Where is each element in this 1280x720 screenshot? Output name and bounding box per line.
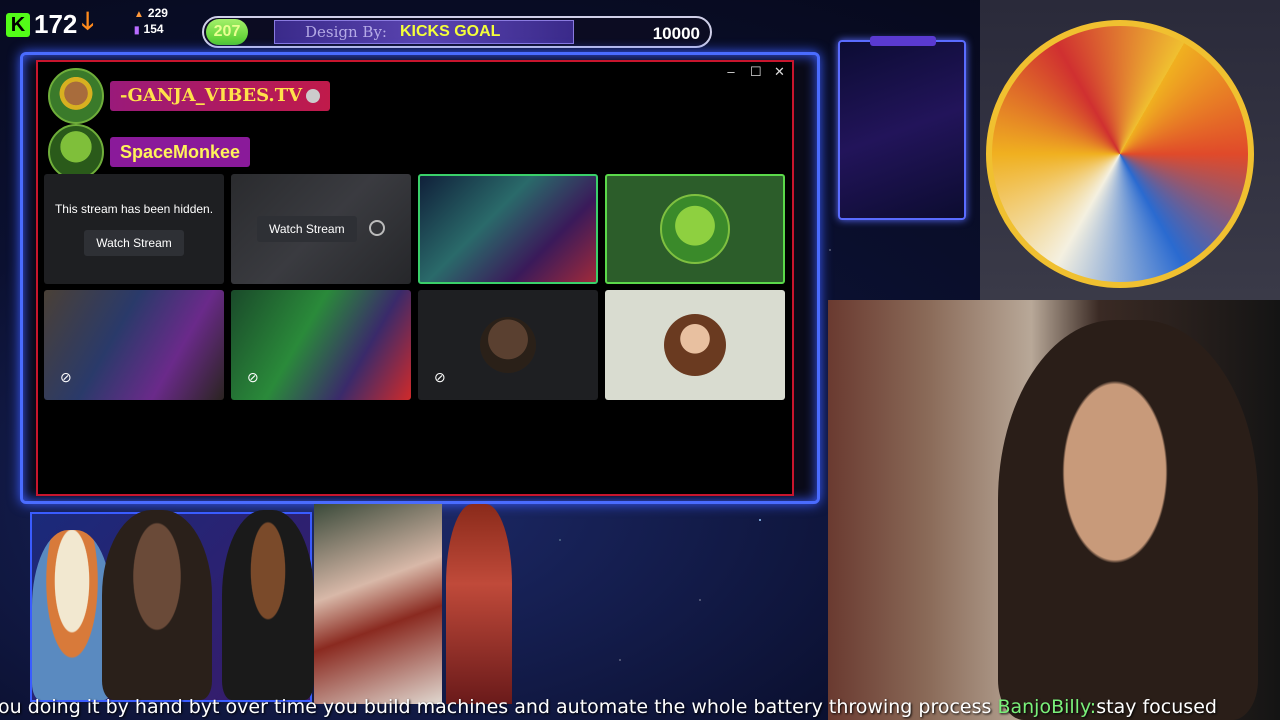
goal-label: KICKS GOAL [400, 23, 501, 40]
ticker-message: ou doing it by hand byt over time you bu… [0, 696, 992, 718]
bar-chart-icon: ▮ [134, 25, 140, 36]
streamer [998, 320, 1258, 720]
follower-count: 172 [34, 9, 78, 39]
status-dot-icon [306, 89, 321, 103]
chat-ticker: ou doing it by hand byt over time you bu… [0, 694, 1280, 720]
close-icon[interactable]: ✕ [774, 64, 785, 80]
user-row[interactable]: SpaceMonkee [48, 124, 251, 180]
avatar [48, 68, 104, 124]
design-credit: Design By: [305, 23, 387, 41]
muted-icon: ⊘ [434, 369, 446, 385]
minimize-icon[interactable]: – [726, 64, 736, 80]
viewer-count: 229 [147, 6, 168, 20]
avatar-tile[interactable]: ⊘ [418, 290, 598, 400]
hidden-message: This stream has been hidden. [54, 202, 214, 216]
samurai-character [446, 504, 512, 704]
stream-window: – ☐ ✕ -GANJA_VIBES.TV SpaceMonkee This s… [36, 60, 794, 496]
king-character [222, 510, 314, 700]
monkey-character [102, 510, 212, 700]
photo [314, 504, 442, 704]
blurred-stream-tile[interactable]: Watch Stream [231, 174, 411, 284]
goal-current: 207 [206, 19, 248, 45]
art-disc-image [986, 20, 1254, 288]
hidden-stream-tile: This stream has been hidden. Watch Strea… [44, 174, 224, 284]
stream-tile[interactable]: ⊘ [231, 290, 411, 400]
username-badge: SpaceMonkee [110, 137, 251, 167]
avatar-tile[interactable] [605, 174, 785, 284]
monkey-avatar [480, 317, 536, 373]
kicks-goal-bar: 207 Design By: KICKS GOAL 10000 [202, 16, 712, 48]
watch-stream-button[interactable]: Watch Stream [257, 216, 357, 242]
avatar [48, 124, 104, 180]
sub-count: 154 [143, 22, 164, 36]
goal-target: 10000 [652, 24, 700, 43]
stream-grid: This stream has been hidden. Watch Strea… [44, 174, 790, 400]
avatar-tile[interactable] [605, 290, 785, 400]
panel-tab [870, 36, 936, 46]
duck-character [32, 530, 112, 700]
pepe-avatar [660, 194, 730, 264]
art-panel [980, 0, 1280, 300]
follower-counter: K 172 🡓 [6, 4, 94, 45]
watch-stream-button[interactable]: Watch Stream [84, 230, 184, 256]
viewer-icon: ▲ [134, 9, 144, 20]
username: SpaceMonkee [120, 142, 241, 162]
stream-tile[interactable] [418, 174, 598, 284]
muted-icon: ⊘ [247, 369, 259, 385]
character-panel [30, 510, 314, 702]
username: -GANJA_VIBES.TV [120, 85, 303, 106]
kick-logo-icon: K [6, 12, 30, 37]
stream-tile[interactable]: ⊘ [44, 290, 224, 400]
down-arrow-icon: 🡓 [81, 8, 94, 35]
dna-panel [838, 36, 966, 220]
mini-stats: ▲ 229 ▮ 154 [134, 6, 168, 38]
user-row[interactable]: -GANJA_VIBES.TV [48, 68, 331, 124]
user-avatar [664, 314, 726, 376]
window-controls: – ☐ ✕ [726, 64, 785, 80]
ticker-username: BanjoBilly: [997, 696, 1097, 718]
webcam-feed [828, 300, 1280, 720]
muted-icon: ⊘ [60, 369, 72, 385]
username-badge: -GANJA_VIBES.TV [110, 81, 331, 111]
maximize-icon[interactable]: ☐ [750, 64, 762, 80]
popout-icon[interactable] [369, 220, 385, 236]
ticker-message: stay focused [1096, 696, 1217, 718]
